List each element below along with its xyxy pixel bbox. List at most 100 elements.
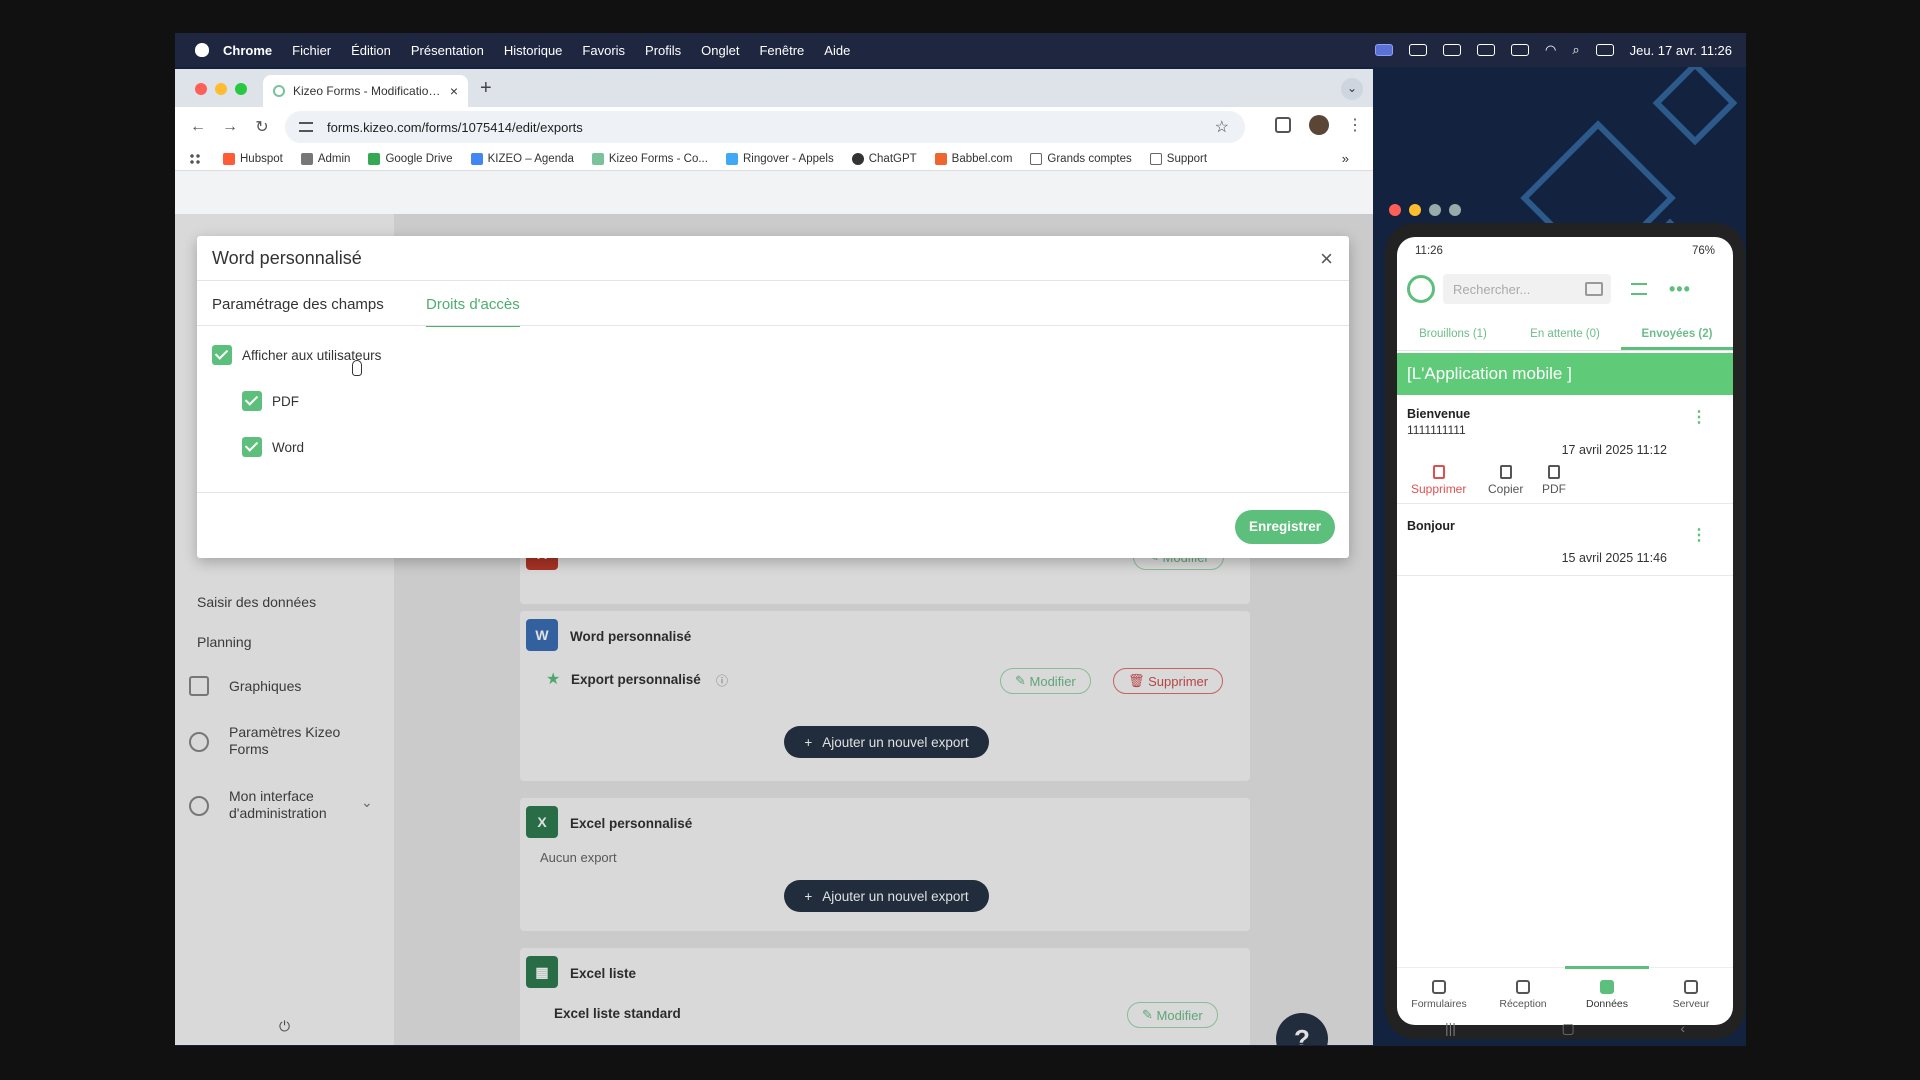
recent-apps-icon[interactable]: ||| (1445, 1020, 1456, 1037)
bookmark-kizeo-agenda[interactable]: KIZEO – Agenda (470, 152, 574, 165)
back-chevron-icon[interactable]: ‹ (1680, 1020, 1685, 1037)
zoom-window-button[interactable] (235, 83, 247, 95)
bookmark-ringover[interactable]: Ringover - Appels (725, 152, 834, 165)
bookmark-kizeo-forms[interactable]: Kizeo Forms - Co... (591, 152, 708, 165)
entry-date: 15 avril 2025 11:46 (1561, 551, 1667, 565)
entry-title[interactable]: Bienvenue (1407, 407, 1470, 421)
apps-grid-icon[interactable] (189, 152, 201, 165)
delete-entry-button[interactable]: Supprimer (1411, 465, 1466, 496)
url-text[interactable]: forms.kizeo.com/forms/1075414/edit/expor… (327, 120, 583, 135)
chrome-menu-icon[interactable]: ⋮ (1347, 115, 1363, 135)
menu-edition[interactable]: Édition (351, 43, 391, 58)
bookmark-star-icon[interactable]: ☆ (1215, 117, 1229, 137)
entry-menu-icon[interactable]: ⋮ (1691, 528, 1707, 544)
checkbox-checked-icon[interactable] (212, 345, 232, 365)
tab-drafts[interactable]: Brouillons (1) (1397, 317, 1509, 350)
menubar-clock[interactable]: Jeu. 17 avr. 11:26 (1630, 43, 1732, 58)
tab-sent[interactable]: Envoyées (2) (1621, 317, 1733, 350)
pdf-checkbox[interactable]: PDF (242, 391, 299, 411)
bookmark-support[interactable]: Support (1149, 152, 1207, 165)
save-button[interactable]: Enregistrer (1235, 510, 1335, 544)
extensions-icon[interactable] (1275, 117, 1291, 133)
user-avatar-icon[interactable] (1407, 275, 1435, 303)
menu-favoris[interactable]: Favoris (582, 43, 625, 58)
divider (1397, 503, 1733, 504)
minimize-window-button[interactable] (1409, 204, 1421, 216)
browser-tab-kizeo[interactable]: Kizeo Forms - Modification d × (263, 75, 468, 107)
word-checkbox[interactable]: Word (242, 437, 304, 457)
site-settings-icon[interactable] (299, 122, 313, 132)
helper-app-icon[interactable] (1408, 44, 1427, 56)
back-icon[interactable] (1429, 204, 1441, 216)
entry-menu-icon[interactable]: ⋮ (1691, 410, 1707, 426)
forward-arrow-icon[interactable]: → (221, 118, 239, 136)
menu-fenetre[interactable]: Fenêtre (759, 43, 804, 58)
close-icon[interactable]: × (1320, 246, 1333, 272)
apple-icon[interactable] (195, 43, 209, 57)
bookmark-admin[interactable]: Admin (300, 152, 350, 165)
wallpaper-shape (1652, 60, 1738, 146)
nav-server[interactable]: Serveur (1649, 968, 1733, 1025)
chatgpt-icon (851, 152, 864, 165)
more-bookmarks-chevron-icon[interactable]: » (1342, 151, 1349, 166)
kizeo-icon (591, 152, 604, 165)
menu-aide[interactable]: Aide (824, 43, 850, 58)
menu-fichier[interactable]: Fichier (292, 43, 331, 58)
folder-icon (1030, 152, 1043, 165)
checkbox-checked-icon[interactable] (242, 437, 262, 457)
document-icon (1432, 980, 1446, 994)
entry-date: 17 avril 2025 11:12 (1561, 443, 1667, 457)
app-tray-icon[interactable] (1442, 44, 1461, 56)
profile-avatar[interactable] (1309, 115, 1329, 135)
window-controls (195, 83, 247, 95)
reload-icon[interactable]: ↻ (253, 117, 271, 137)
form-banner: [L'Application mobile ] (1397, 353, 1733, 395)
google-drive-icon (368, 152, 381, 165)
home-icon[interactable]: ▢ (1562, 1020, 1575, 1037)
close-window-button[interactable] (1389, 204, 1401, 216)
folder-icon (1149, 152, 1162, 165)
checkbox-checked-icon[interactable] (242, 391, 262, 411)
keyboard-input-icon[interactable] (1476, 44, 1495, 56)
bookmark-babbel[interactable]: Babbel.com (934, 152, 1012, 165)
spotlight-search-icon[interactable]: ⌕ (1572, 42, 1579, 58)
nav-forms[interactable]: Formulaires (1397, 968, 1481, 1025)
pdf-entry-button[interactable]: PDF (1542, 465, 1566, 496)
new-tab-plus-icon[interactable]: + (480, 77, 492, 100)
menu-presentation[interactable]: Présentation (411, 43, 484, 58)
barcode-scan-icon[interactable] (1585, 282, 1603, 296)
phone-tabs: Brouillons (1) En attente (0) Envoyées (… (1397, 317, 1733, 351)
divider (1397, 575, 1733, 576)
minimize-window-button[interactable] (215, 83, 227, 95)
control-center-icon[interactable] (1595, 44, 1614, 56)
copy-entry-button[interactable]: Copier (1488, 465, 1523, 496)
menu-profils[interactable]: Profils (645, 43, 681, 58)
screen-mirror-icon[interactable] (1374, 44, 1393, 56)
tab-search-chevron-icon[interactable]: ⌄ (1341, 78, 1363, 100)
phone-search-input[interactable]: Rechercher... (1443, 274, 1611, 304)
toolbar-right: ⋮ (1275, 115, 1363, 135)
bookmark-google-drive[interactable]: Google Drive (368, 152, 453, 165)
menu-historique[interactable]: Historique (504, 43, 563, 58)
wifi-icon[interactable]: ◠ (1545, 42, 1556, 58)
entry-title[interactable]: Bonjour (1407, 519, 1455, 533)
close-window-button[interactable] (195, 83, 207, 95)
battery-icon[interactable] (1510, 44, 1529, 56)
bookmark-chatgpt[interactable]: ChatGPT (851, 152, 917, 165)
address-bar[interactable]: forms.kizeo.com/forms/1075414/edit/expor… (285, 111, 1245, 143)
menu-onglet[interactable]: Onglet (701, 43, 739, 58)
back-arrow-icon[interactable]: ← (189, 118, 207, 136)
settings-icon[interactable] (1449, 204, 1461, 216)
close-tab-icon[interactable]: × (450, 83, 458, 99)
nav-reception[interactable]: Réception (1481, 968, 1565, 1025)
bookmark-grands-comptes[interactable]: Grands comptes (1030, 152, 1132, 165)
more-options-icon[interactable]: ••• (1669, 279, 1691, 300)
bookmark-hubspot[interactable]: Hubspot (223, 152, 283, 165)
nav-data[interactable]: Données (1565, 966, 1649, 1025)
filter-icon[interactable] (1631, 283, 1647, 295)
tab-pending[interactable]: En attente (0) (1509, 317, 1621, 350)
phone-bottom-nav: Formulaires Réception Données Serveur (1397, 966, 1733, 1025)
tab-field-settings[interactable]: Paramétrage des champs (212, 296, 384, 313)
tab-access-rights[interactable]: Droits d'accès (426, 296, 520, 327)
menu-app[interactable]: Chrome (223, 43, 272, 58)
